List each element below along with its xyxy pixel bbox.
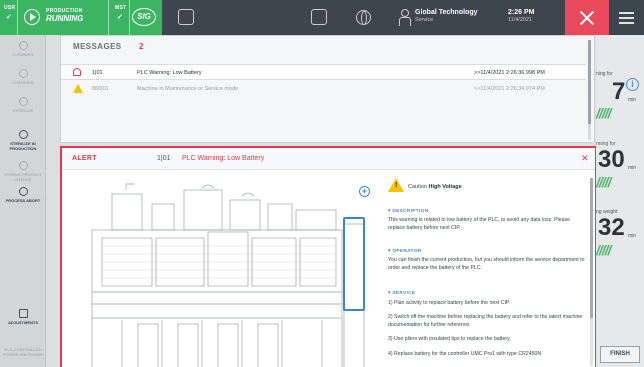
status-value-2: 30	[598, 146, 625, 173]
message-text: Machine in Maintenance or Service mode	[137, 86, 239, 92]
service-heading[interactable]: ▾ SERVICE	[388, 290, 415, 298]
message-timestamp: >>11/4/2021 2:26:34.974 PM	[474, 86, 545, 92]
messages-title: MESSAGES	[73, 42, 122, 51]
sidebar-item-label: PROCESS ABORT	[5, 198, 41, 203]
mst-label: MST	[115, 5, 127, 11]
play-icon[interactable]	[24, 9, 40, 25]
caution-prefix: Caution	[408, 184, 427, 190]
close-button[interactable]	[565, 0, 609, 35]
sterilize-production-icon	[18, 130, 28, 139]
sidebar-item-label: STERILE PRODUCT CHANGE	[4, 172, 42, 182]
user-segment[interactable]: USR ✓	[0, 0, 18, 35]
caution-type: High Voltage	[428, 184, 462, 190]
highlighted-plc-cabinet	[343, 217, 365, 311]
sidebar-item-cleaning[interactable]: CLEANING	[0, 41, 46, 57]
sidebar-item-adjustments[interactable]: ADJUSTMENTS	[0, 309, 46, 325]
alert-message: PLC Warning: Low Battery	[182, 155, 265, 162]
product-change-icon	[18, 161, 28, 170]
messages-panel: MESSAGES 2 1|01 PLC Warning: Low Battery…	[60, 35, 595, 143]
user-label: USR	[4, 5, 16, 11]
service-step-4: 4) Replace battery for the controller UM…	[388, 351, 542, 357]
network-icon[interactable]	[311, 9, 327, 25]
sidebar-item-label: CHANGING	[12, 80, 34, 85]
sidebar-item-label: STERILIZE	[12, 108, 34, 113]
message-row[interactable]: 860|01 Machine in Maintenance or Service…	[61, 81, 586, 97]
menu-button[interactable]	[609, 0, 644, 35]
sidebar-item-power-shutdown[interactable]: PLC CONTROLLED POWER SHUTDOWN	[0, 347, 46, 357]
finish-button[interactable]: FINISH	[600, 346, 640, 363]
info-icon[interactable]: i	[626, 78, 639, 91]
bell-icon	[73, 68, 81, 76]
description-text: This warning is related to low battery o…	[388, 217, 570, 231]
clock-time: 2:26 PM	[508, 9, 535, 16]
details-scrollbar[interactable]	[590, 178, 593, 366]
clock-date: 11/4/2021	[508, 17, 533, 23]
message-text: PLC Warning: Low Battery	[137, 70, 202, 76]
sidebar-item-sterile-product-change[interactable]: STERILE PRODUCT CHANGE	[0, 161, 46, 182]
camera-icon[interactable]	[178, 9, 194, 25]
changing-icon	[18, 69, 28, 78]
alert-code: 1|01	[157, 155, 171, 162]
machine-diagram	[91, 183, 365, 367]
warning-icon	[73, 84, 83, 93]
sidebar-item-label: CLEANING	[12, 52, 34, 57]
description-heading[interactable]: ▾ DESCRIPTION	[388, 208, 428, 216]
scroll-thumb[interactable]	[590, 178, 593, 318]
status-unit-2: min	[628, 165, 637, 171]
user-icon[interactable]	[399, 9, 411, 26]
sidebar-item-label: PLC CONTROLLED POWER SHUTDOWN	[3, 347, 43, 357]
operator-text: You can finish the current production, b…	[388, 257, 585, 271]
menu-icon	[619, 12, 634, 14]
mst-segment[interactable]: MST ✓	[108, 0, 130, 35]
message-timestamp: >>11/4/2021 2:26:36.998 PM	[474, 70, 545, 76]
messages-scrollbar[interactable]	[588, 40, 591, 140]
check-icon: ✓	[117, 14, 123, 21]
production-state: RUNNING	[46, 14, 84, 23]
cleaning-icon	[18, 41, 28, 50]
sidebar: CLEANING CHANGING STERILIZE STERILIZE IN…	[0, 35, 46, 367]
check-icon: ✓	[6, 14, 12, 21]
sterilize-icon	[18, 97, 28, 106]
operator-heading[interactable]: ▾ OPERATOR	[388, 248, 422, 256]
status-panel: ning for i 7 min ///// nning for 30 min …	[596, 35, 644, 367]
status-unit-3: min	[628, 233, 637, 239]
sidebar-item-label: ADJUSTMENTS	[7, 320, 38, 325]
sig-logo: SIG	[132, 8, 156, 26]
message-code: 860|01	[92, 86, 109, 92]
sidebar-item-sterilize-in-production[interactable]: STERILIZE IN PRODUCTION	[0, 130, 46, 151]
alert-title: ALERT	[72, 155, 97, 162]
progress-stripes-1: /////	[596, 105, 611, 121]
alert-details: ! Caution High Voltage ▾ DESCRIPTION Thi…	[380, 170, 590, 367]
scroll-thumb[interactable]	[588, 40, 591, 124]
status-value-1: 7	[612, 78, 626, 105]
progress-stripes-2: /////	[596, 174, 611, 190]
sidebar-item-process-abort[interactable]: PROCESS ABORT	[0, 187, 46, 203]
company-name: Global Technology	[415, 9, 478, 16]
globe-icon[interactable]	[356, 10, 371, 25]
sidebar-item-label: STERILIZE IN PRODUCTION	[9, 141, 37, 151]
status-value-3: 32	[598, 214, 625, 241]
alert-panel: ALERT 1|01 PLC Warning: Low Battery ✕ + …	[60, 146, 597, 367]
sidebar-item-sterilize[interactable]: STERILIZE	[0, 97, 46, 113]
user-role: Service	[415, 17, 434, 23]
message-row[interactable]: 1|01 PLC Warning: Low Battery >>11/4/202…	[61, 64, 586, 80]
service-step-3: 3) Use pliers with insulated tips to rep…	[388, 336, 511, 342]
top-bar: USR ✓ PRODUCTION RUNNING MST ✓ SIG Globa…	[0, 0, 644, 35]
service-step-1: 1) Plan activity to replace battery befo…	[388, 300, 510, 306]
progress-stripes-3: /////	[596, 242, 611, 258]
status-unit-1: min	[628, 97, 637, 103]
status-label-1: ning for	[596, 71, 613, 77]
abort-icon	[18, 187, 28, 196]
service-step-2: 2) Switch off the machine before replaci…	[388, 314, 583, 328]
messages-count: 2	[139, 42, 144, 51]
alert-header: ALERT 1|01 PLC Warning: Low Battery ✕	[62, 148, 595, 170]
alert-close-icon[interactable]: ✕	[581, 154, 589, 163]
sliders-icon	[18, 309, 28, 318]
message-code: 1|01	[92, 70, 103, 76]
sidebar-item-changing[interactable]: CHANGING	[0, 69, 46, 85]
plus-icon[interactable]: +	[359, 186, 370, 197]
